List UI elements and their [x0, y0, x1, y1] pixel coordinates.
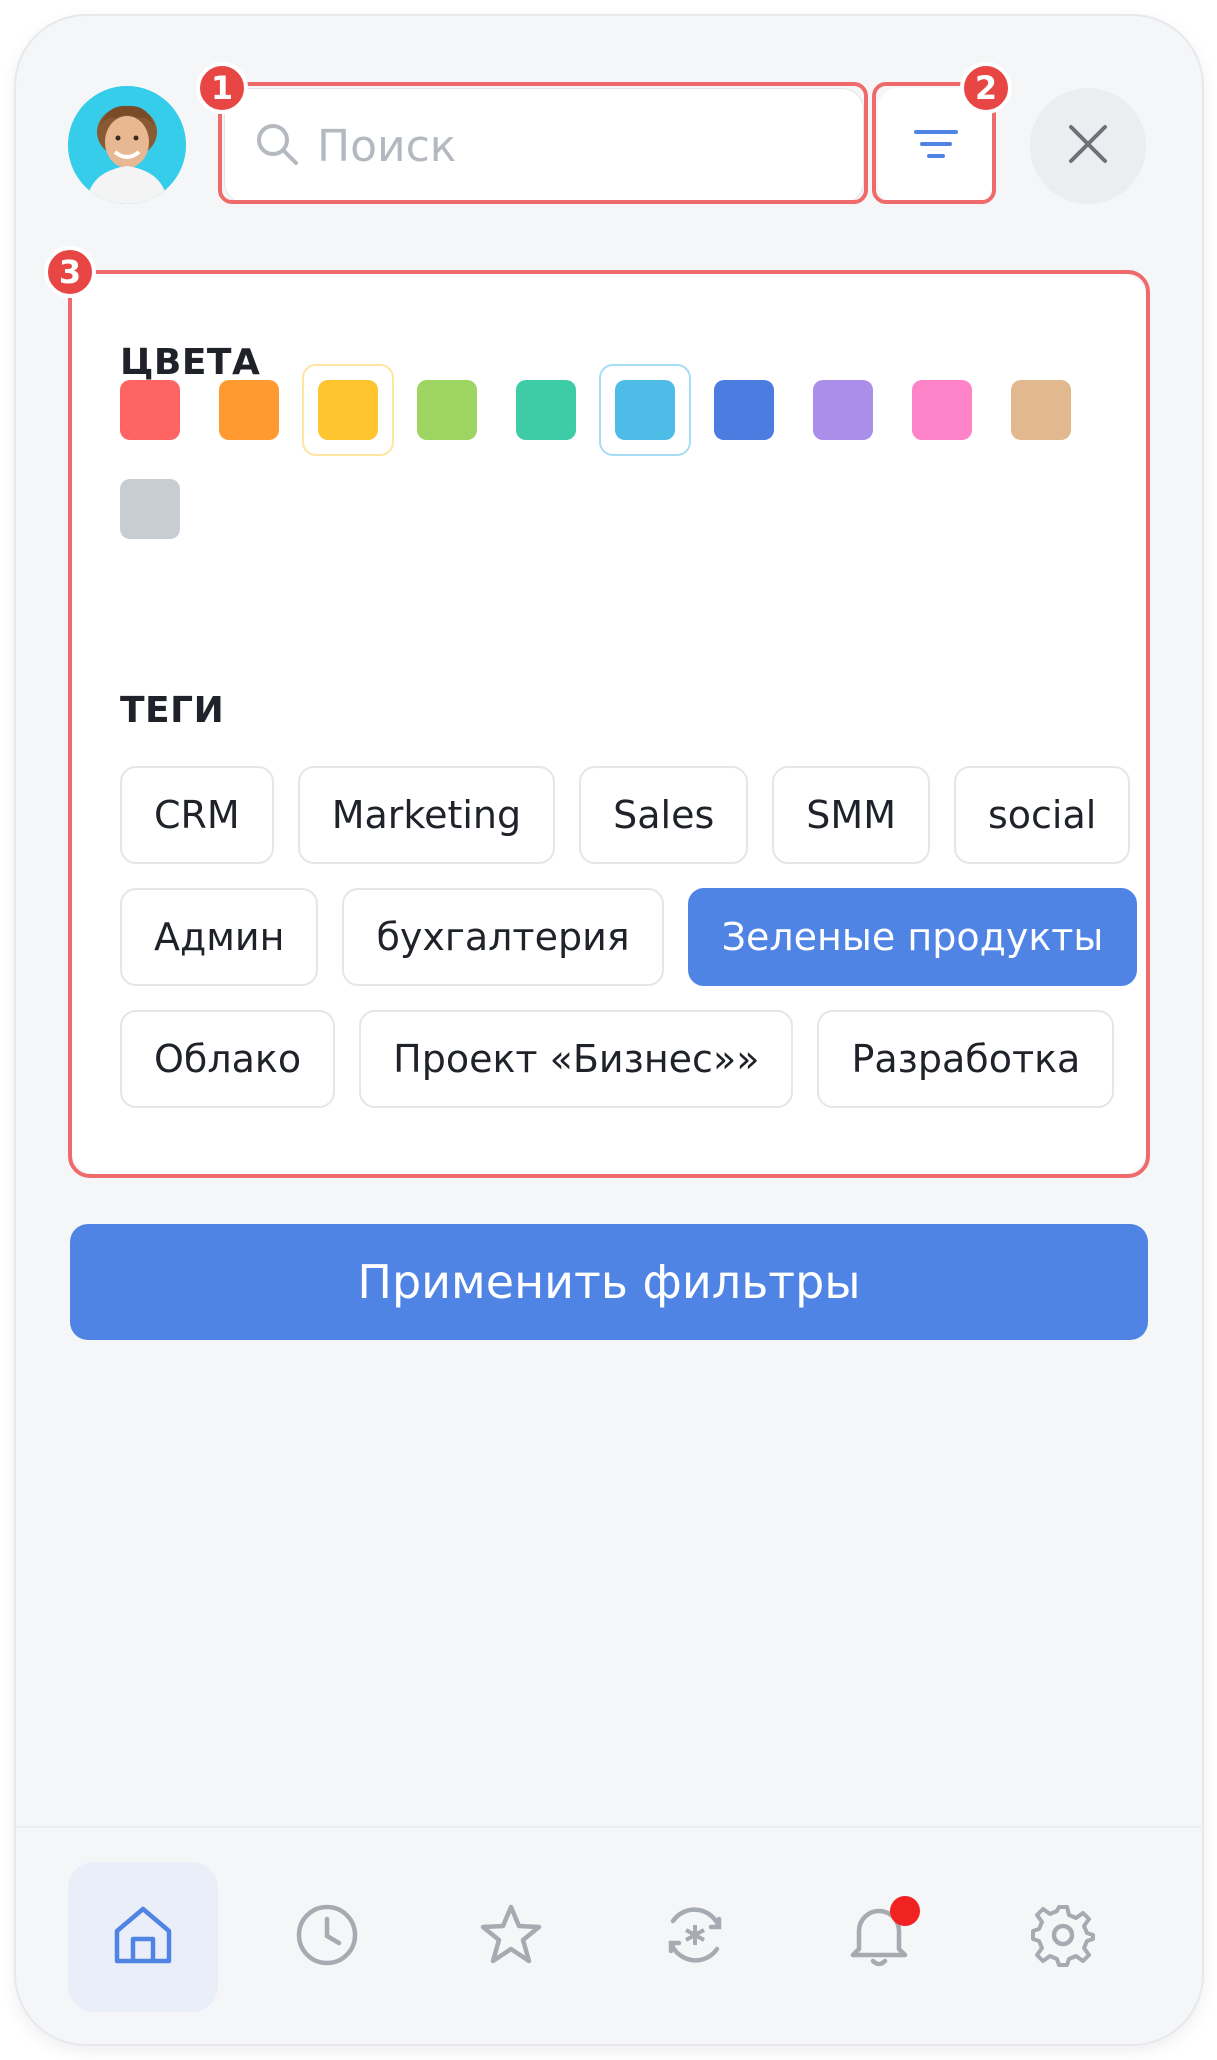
color-swatch-fill	[714, 380, 774, 440]
color-swatch[interactable]	[104, 364, 196, 456]
close-icon	[1067, 123, 1109, 169]
tag-development[interactable]: Разработка	[817, 1010, 1115, 1108]
nav-notifications[interactable]	[804, 1862, 954, 2012]
star-icon	[477, 1901, 545, 1973]
search-placeholder: Поиск	[317, 120, 457, 172]
search-icon	[255, 122, 299, 170]
tag-admin[interactable]: Админ	[120, 888, 319, 986]
apply-filters-button[interactable]: Применить фильтры	[70, 1224, 1148, 1340]
tag-crm[interactable]: CRM	[120, 766, 274, 864]
color-swatch-fill	[120, 380, 180, 440]
color-swatch-fill	[813, 380, 873, 440]
close-button[interactable]	[1030, 88, 1146, 204]
color-swatch[interactable]	[698, 364, 790, 456]
annotation-badge-2: 2	[960, 62, 1012, 114]
tag-smm[interactable]: SMM	[772, 766, 930, 864]
color-swatch-fill	[120, 479, 180, 539]
bottom-navigation	[16, 1826, 1202, 2044]
color-swatch[interactable]	[599, 364, 691, 456]
annotation-badge-1: 1	[196, 62, 248, 114]
tags-section-title: ТЕГИ	[120, 690, 225, 731]
color-swatch[interactable]	[896, 364, 988, 456]
nav-settings[interactable]	[988, 1862, 1138, 2012]
color-swatch-fill	[516, 380, 576, 440]
color-swatch-fill	[417, 380, 477, 440]
color-swatch-fill	[318, 380, 378, 440]
filter-icon	[912, 124, 960, 168]
sync-asterisk-icon	[661, 1901, 729, 1973]
nav-sync[interactable]	[620, 1862, 770, 2012]
tag-accounting[interactable]: бухгалтерия	[342, 888, 664, 986]
tag-sales[interactable]: Sales	[579, 766, 749, 864]
color-swatch[interactable]	[203, 364, 295, 456]
annotation-badge-3: 3	[44, 246, 96, 298]
tag-marketing[interactable]: Marketing	[297, 766, 556, 864]
color-swatch[interactable]	[995, 364, 1087, 456]
gear-icon	[1029, 1901, 1097, 1973]
color-swatch[interactable]	[797, 364, 889, 456]
color-swatch-fill	[219, 380, 279, 440]
tags-list: CRM Marketing Sales SMM social Админ бух…	[120, 766, 1138, 1132]
nav-history[interactable]	[252, 1862, 402, 2012]
clock-icon	[293, 1901, 361, 1973]
tag-green-products[interactable]: Зеленые продукты	[687, 888, 1138, 986]
color-swatch-fill	[912, 380, 972, 440]
nav-home[interactable]	[68, 1862, 218, 2012]
tag-cloud[interactable]: Облако	[120, 1010, 336, 1108]
home-icon	[109, 1901, 177, 1973]
notification-dot	[890, 1896, 920, 1926]
color-swatch[interactable]	[302, 364, 394, 456]
color-swatch[interactable]	[104, 463, 196, 555]
tag-social[interactable]: social	[953, 766, 1131, 864]
tag-business-project[interactable]: Проект «Бизнес»»	[359, 1010, 794, 1108]
search-input[interactable]: Поиск	[224, 88, 864, 204]
color-swatch[interactable]	[500, 364, 592, 456]
nav-favorites[interactable]	[436, 1862, 586, 2012]
color-swatch-fill	[615, 380, 675, 440]
filters-panel: ЦВЕТА ТЕГИ CRM Marketing Sales SMM socia…	[72, 274, 1146, 1174]
color-swatch-fill	[1011, 380, 1071, 440]
app-window: Поиск ЦВЕТА ТЕГИ CRM Marketing Sales SMM…	[16, 16, 1202, 2044]
avatar[interactable]	[68, 86, 186, 204]
color-swatch[interactable]	[401, 364, 493, 456]
